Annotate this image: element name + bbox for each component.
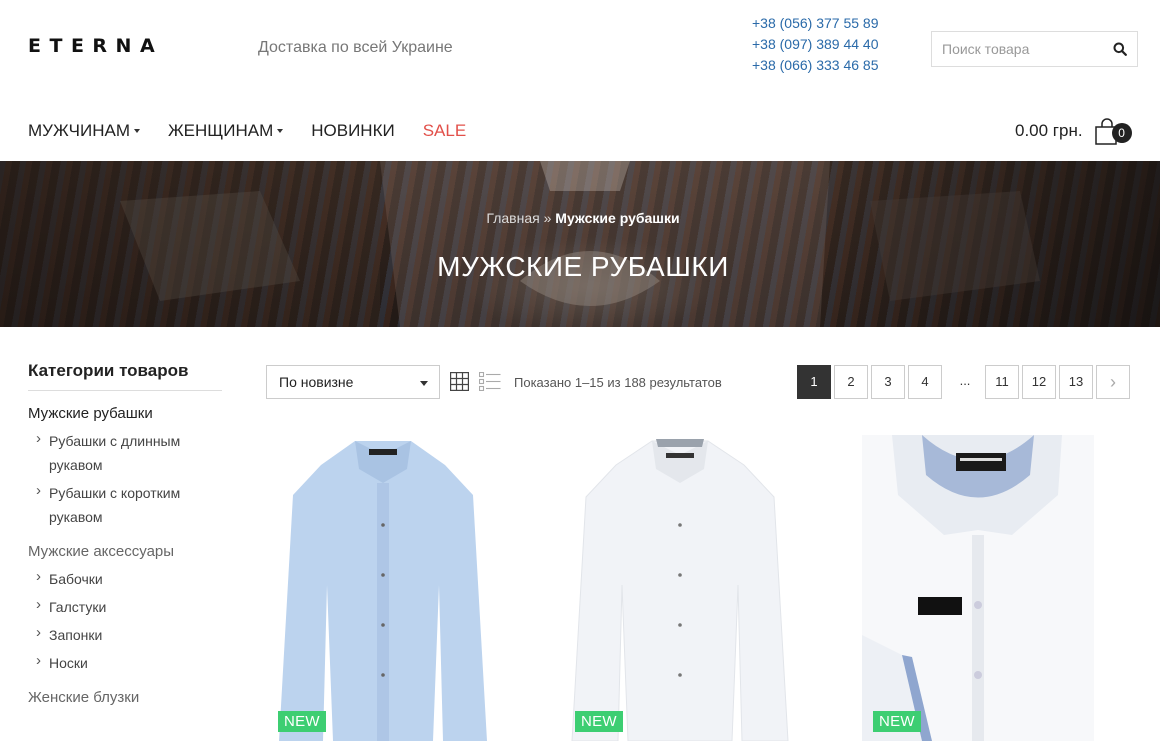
- cart-bag-icon: 0: [1094, 117, 1132, 145]
- nav-men[interactable]: МУЖЧИНАМ: [28, 121, 140, 141]
- search-input[interactable]: [932, 32, 1102, 66]
- hero-shirts-image: [120, 161, 1040, 327]
- phone-3[interactable]: +38 (066) 333 46 85: [752, 55, 879, 76]
- logo-text: ETERNA: [28, 35, 164, 57]
- logo[interactable]: ETERNA: [28, 35, 228, 57]
- caret-down-icon: [420, 381, 428, 386]
- product-card[interactable]: NEW: [862, 435, 1094, 741]
- subcategory-list: Рубашки с длинным рукавом Рубашки с коро…: [28, 427, 222, 529]
- cart-total: 0.00 грн.: [1015, 121, 1083, 140]
- category-women-blouses[interactable]: Женские блузки: [28, 689, 222, 706]
- nav-new-label: НОВИНКИ: [311, 121, 395, 140]
- page-button[interactable]: 4: [908, 365, 942, 399]
- new-badge: NEW: [278, 711, 326, 732]
- sort-value: По новизне: [279, 374, 354, 390]
- product-image: [862, 435, 1094, 741]
- phone-1[interactable]: +38 (056) 377 55 89: [752, 13, 879, 34]
- nav-women-label: ЖЕНЩИНАМ: [167, 121, 274, 140]
- nav-new[interactable]: НОВИНКИ: [311, 121, 394, 141]
- caret-down-icon: [133, 129, 140, 133]
- phone-2[interactable]: +38 (097) 389 44 40: [752, 34, 879, 55]
- nav-men-label: МУЖЧИНАМ: [28, 121, 130, 140]
- results-count: Показано 1–15 из 188 результатов: [514, 375, 722, 390]
- page-title: МУЖСКИЕ РУБАШКИ: [437, 251, 729, 282]
- nav-sale[interactable]: SALE: [423, 121, 466, 141]
- page-button[interactable]: 2: [834, 365, 868, 399]
- main-nav: МУЖЧИНАМ ЖЕНЩИНАМ НОВИНКИ SALE: [28, 121, 494, 141]
- grid-view-icon[interactable]: [450, 372, 469, 391]
- subcategory-short-sleeve[interactable]: Рубашки с коротким рукавом: [28, 479, 222, 529]
- next-page-button[interactable]: ›: [1096, 365, 1130, 399]
- subcategory-socks[interactable]: Носки: [28, 649, 222, 675]
- search-icon[interactable]: [1113, 42, 1127, 56]
- cart[interactable]: 0.00 грн. 0: [1015, 117, 1132, 145]
- category-men-shirts[interactable]: Мужские рубашки: [28, 405, 222, 422]
- nav-sale-label: SALE: [422, 121, 467, 140]
- subcategory-bowties[interactable]: Бабочки: [28, 565, 222, 591]
- page-button[interactable]: 11: [985, 365, 1019, 399]
- product-card[interactable]: NEW: [267, 435, 499, 741]
- hero-banner: Главная » Мужские рубашки МУЖСКИЕ РУБАШК…: [0, 161, 1160, 327]
- subcategory-long-sleeve[interactable]: Рубашки с длинным рукавом: [28, 427, 222, 477]
- pagination: 1 2 3 4 ... 11 12 13 ›: [797, 365, 1133, 399]
- phone-list: +38 (056) 377 55 89 +38 (097) 389 44 40 …: [752, 13, 879, 76]
- subcategory-list: Бабочки Галстуки Запонки Носки: [28, 565, 222, 675]
- category-sidebar: Категории товаров Мужские рубашки Рубашк…: [28, 361, 222, 706]
- subcategory-ties[interactable]: Галстуки: [28, 593, 222, 619]
- product-image: [564, 435, 796, 741]
- breadcrumb-current: Мужские рубашки: [555, 210, 680, 226]
- tagline: Доставка по всей Украине: [258, 39, 453, 56]
- page-button[interactable]: 1: [797, 365, 831, 399]
- product-card[interactable]: NEW: [564, 435, 796, 741]
- new-badge: NEW: [873, 711, 921, 732]
- sort-select[interactable]: По новизне: [266, 365, 440, 399]
- breadcrumb-separator: »: [539, 210, 556, 226]
- breadcrumb-home[interactable]: Главная: [486, 210, 539, 226]
- page-button[interactable]: 12: [1022, 365, 1056, 399]
- caret-down-icon: [277, 129, 284, 133]
- search-box: [931, 31, 1138, 67]
- product-image: [267, 435, 499, 741]
- page-button[interactable]: 13: [1059, 365, 1093, 399]
- nav-women[interactable]: ЖЕНЩИНАМ: [167, 121, 284, 141]
- page-button[interactable]: 3: [871, 365, 905, 399]
- subcategory-cufflinks[interactable]: Запонки: [28, 621, 222, 647]
- breadcrumb: Главная » Мужские рубашки: [0, 210, 1160, 226]
- list-view-icon[interactable]: [478, 371, 501, 392]
- category-men-accessories[interactable]: Мужские аксессуары: [28, 543, 222, 560]
- sidebar-title: Категории товаров: [28, 361, 222, 391]
- cart-count-badge: 0: [1111, 123, 1132, 143]
- page-ellipsis: ...: [959, 373, 971, 388]
- new-badge: NEW: [575, 711, 623, 732]
